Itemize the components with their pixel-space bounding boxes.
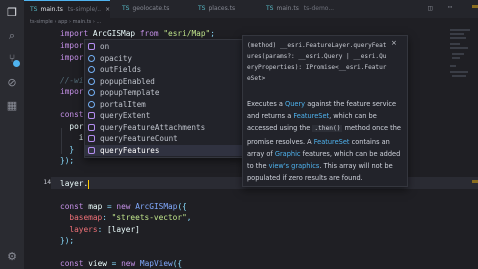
suggestion-item[interactable]: popupEnabled [85, 76, 243, 87]
tab-main-ts[interactable]: TS main.ts ts-simple/.. × [24, 0, 110, 18]
tab-geolocate-ts[interactable]: TS geolocate.ts [122, 0, 188, 18]
extensions-icon[interactable]: ▦ [5, 99, 19, 113]
typescript-icon: TS [30, 6, 38, 13]
suggestion-item[interactable]: opacity [85, 53, 243, 64]
suggestion-item[interactable]: outFields [85, 64, 243, 75]
tab-path: ts-demo... [303, 5, 335, 12]
tab-label: places.ts [208, 5, 236, 12]
field-icon [88, 54, 95, 62]
files-icon[interactable]: ❐ [5, 6, 19, 20]
settings-gear-icon[interactable]: ⚙ [5, 250, 19, 264]
debug-icon[interactable]: ⊘ [5, 76, 19, 90]
tab-path: ts-simple/.. [67, 6, 102, 13]
code-line: basemap: "streets-vector", [69, 213, 192, 222]
typescript-icon: TS [122, 5, 130, 12]
code-line: import ArcGISMap from "esri/Map"; [60, 29, 215, 38]
field-icon [88, 77, 95, 85]
graphic-link[interactable]: Graphic [275, 150, 301, 158]
suggestion-item-selected[interactable]: queryFeatures [85, 144, 243, 156]
minimap-line [450, 29, 470, 31]
minimap-line [452, 75, 466, 77]
code-line: }); [60, 156, 75, 165]
tab-label: main.ts [276, 5, 299, 12]
split-editor-icon[interactable]: ◫ [428, 4, 432, 12]
tab-bar: TS main.ts ts-simple/.. × TS geolocate.ts T… [24, 0, 478, 18]
featureset-link[interactable]: FeatureSet [293, 112, 329, 120]
suggestion-item[interactable]: popupTemplate [85, 87, 243, 98]
suggestion-item[interactable]: queryFeatureCount [85, 133, 243, 144]
featureset-link[interactable]: FeatureSet [314, 138, 350, 146]
tab-label: main.ts [40, 6, 63, 13]
code-line: layers: [layer] [69, 225, 140, 234]
code-line: const map = new ArcGISMap({ [60, 202, 187, 211]
method-icon [88, 146, 95, 154]
source-control-badge [13, 60, 20, 67]
tab-places-ts[interactable]: TS places.ts [198, 0, 258, 18]
code-line: }); [60, 236, 75, 245]
field-icon [88, 66, 95, 73]
close-icon[interactable]: × [391, 39, 397, 47]
close-icon[interactable]: × [105, 6, 110, 13]
code-line-current: layer. [60, 178, 90, 189]
code-text: layer. [60, 179, 89, 188]
suggestion-item[interactable]: queryFeatureAttachments [85, 122, 243, 133]
suggestion-item[interactable]: queryExtent [85, 110, 243, 121]
minimap-line [450, 47, 468, 49]
minimap-line [452, 53, 464, 55]
text-caret [88, 179, 90, 189]
method-icon [88, 43, 95, 50]
field-icon [88, 100, 95, 108]
search-icon[interactable]: ⌕ [5, 29, 19, 43]
minimap-line [452, 57, 460, 59]
minimap-line [450, 65, 456, 67]
suggest-widget[interactable]: on opacity outFields popupEnabled popupT… [84, 39, 244, 158]
typescript-icon: TS [266, 5, 274, 12]
method-description: Executes a Query against the feature ser… [247, 100, 401, 183]
typescript-icon: TS [198, 5, 206, 12]
scrollbar-marker [472, 180, 478, 183]
suggestion-item[interactable]: on [85, 41, 243, 52]
scrollbar-marker [472, 5, 478, 8]
method-icon [88, 123, 95, 131]
view-graphics-link[interactable]: view's graphics [269, 162, 320, 170]
activity-bar: ❐ ⌕ ⑂ ⊘ ▦ ⚙ [0, 0, 24, 269]
inline-code: .then() [312, 125, 343, 133]
suggestion-item[interactable]: portalItem [85, 99, 243, 110]
method-icon [88, 112, 95, 119]
tab-main-ts-demo[interactable]: TS main.ts ts-demo... [260, 0, 376, 18]
field-icon [88, 89, 95, 96]
code-line: const view = new MapView({ [60, 259, 183, 268]
minimap-line [450, 43, 460, 45]
line-number-current: 14 [43, 179, 51, 186]
code-line: const [60, 110, 84, 119]
query-link[interactable]: Query [285, 100, 305, 108]
tab-label: geolocate.ts [132, 5, 170, 12]
minimap-line [450, 33, 464, 35]
code-line: } [60, 145, 75, 154]
more-actions-icon[interactable]: ⋯ [448, 3, 452, 11]
method-signature: (method) __esri.FeatureLayer.queryFeatur… [247, 42, 387, 82]
breadcrumb[interactable]: ts-simple › app › main.ts › ... [24, 18, 478, 27]
method-icon [88, 135, 95, 142]
suggestion-details-panel: (method) __esri.FeatureLayer.queryFeatur… [242, 35, 408, 187]
minimap-line [450, 37, 466, 39]
minimap-line [450, 71, 468, 73]
minimap[interactable] [448, 27, 478, 269]
